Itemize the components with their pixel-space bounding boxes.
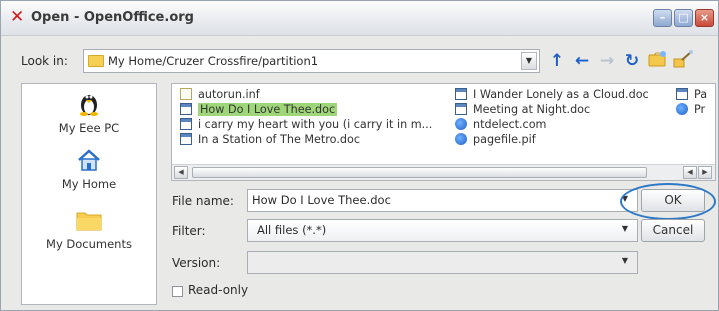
openoffice-x-icon: ✕: [10, 7, 25, 27]
doc-file-icon: [180, 133, 192, 145]
minimize-button[interactable]: –: [653, 9, 672, 27]
inf-file-icon: [180, 88, 192, 100]
forward-arrow-icon[interactable]: →: [596, 50, 618, 72]
maximize-button[interactable]: □: [674, 9, 693, 27]
list-item[interactable]: i carry my heart with you (i carry it in…: [180, 117, 432, 132]
place-my-home[interactable]: My Home: [22, 148, 156, 191]
look-in-path: My Home/Cruzer Crossfire/partition1: [108, 54, 319, 68]
places-panel: My Eee PC My Home My Documents: [21, 83, 157, 305]
scroll-right-icon[interactable]: ▶: [698, 166, 712, 179]
file-name-input[interactable]: How Do I Love Thee.doc ▼: [247, 189, 638, 212]
doc-file-icon: [676, 88, 688, 100]
chevron-down-icon[interactable]: ▼: [617, 253, 633, 271]
new-folder-icon[interactable]: [647, 50, 669, 72]
doc-file-icon: [455, 88, 467, 100]
folder-icon: [22, 208, 156, 235]
list-item[interactable]: How Do I Love Thee.doc: [180, 102, 338, 117]
list-item[interactable]: Pr: [676, 102, 705, 117]
close-icon: ×: [699, 11, 710, 24]
horizontal-scrollbar[interactable]: ◀ ◀ ▶: [172, 164, 715, 180]
list-item[interactable]: Meeting at Night.doc: [455, 102, 590, 117]
system-file-icon: [455, 133, 467, 145]
list-item[interactable]: Pa: [676, 87, 707, 102]
cancel-button[interactable]: Cancel: [641, 219, 705, 242]
list-item[interactable]: autorun.inf: [180, 87, 260, 102]
file-name-label: File name:: [172, 194, 234, 208]
system-file-icon: [676, 103, 688, 115]
place-my-eee-pc[interactable]: My Eee PC: [22, 90, 156, 135]
scroll-left-icon[interactable]: ◀: [683, 166, 697, 179]
ok-highlight-ring: [620, 183, 716, 220]
list-item[interactable]: ntdelect.com: [455, 117, 546, 132]
place-label: My Home: [61, 177, 117, 191]
close-button[interactable]: ×: [695, 9, 714, 27]
system-file-icon: [455, 118, 467, 130]
filter-select[interactable]: All files (*.*) ▼: [247, 219, 638, 242]
scrollbar-thumb[interactable]: [192, 167, 647, 178]
place-my-documents[interactable]: My Documents: [22, 208, 156, 251]
back-arrow-icon[interactable]: ←: [571, 50, 593, 72]
read-only-checkbox[interactable]: [172, 286, 183, 297]
filter-label: Filter:: [172, 224, 206, 238]
doc-file-icon: [180, 118, 192, 130]
doc-file-icon: [455, 103, 467, 115]
open-dialog: ✕ Open - OpenOffice.org – □ × Look in: M…: [0, 0, 719, 311]
view-options-icon[interactable]: [672, 50, 694, 72]
scroll-left-icon[interactable]: ◀: [174, 166, 188, 179]
place-label: My Documents: [46, 237, 132, 251]
list-item[interactable]: I Wander Lonely as a Cloud.doc: [455, 87, 649, 102]
read-only-label: Read-only: [188, 283, 249, 297]
look-in-combo[interactable]: My Home/Cruzer Crossfire/partition1 ▼: [83, 49, 540, 73]
list-item[interactable]: pagefile.pif: [455, 132, 536, 147]
title-bar[interactable]: ✕ Open - OpenOffice.org – □ ×: [1, 1, 718, 36]
filter-value: All files (*.*): [257, 223, 327, 237]
penguin-icon: [22, 90, 156, 119]
folder-icon: [88, 55, 104, 67]
window-title: Open - OpenOffice.org: [31, 10, 194, 25]
look-in-label: Look in:: [21, 54, 68, 68]
minimize-icon: –: [659, 11, 666, 24]
version-label: Version:: [172, 256, 221, 270]
up-arrow-icon[interactable]: ↑: [546, 50, 568, 72]
version-select[interactable]: ▼: [247, 251, 638, 274]
home-icon: [22, 148, 156, 175]
chevron-down-icon[interactable]: ▼: [521, 52, 537, 70]
chevron-down-icon[interactable]: ▼: [617, 221, 633, 239]
doc-file-icon: [180, 103, 192, 115]
refresh-icon[interactable]: ↻: [621, 50, 643, 72]
place-label: My Eee PC: [58, 121, 120, 135]
maximize-icon: □: [678, 11, 689, 24]
list-item[interactable]: In a Station of The Metro.doc: [180, 132, 360, 147]
file-name-value: How Do I Love Thee.doc: [252, 193, 391, 207]
